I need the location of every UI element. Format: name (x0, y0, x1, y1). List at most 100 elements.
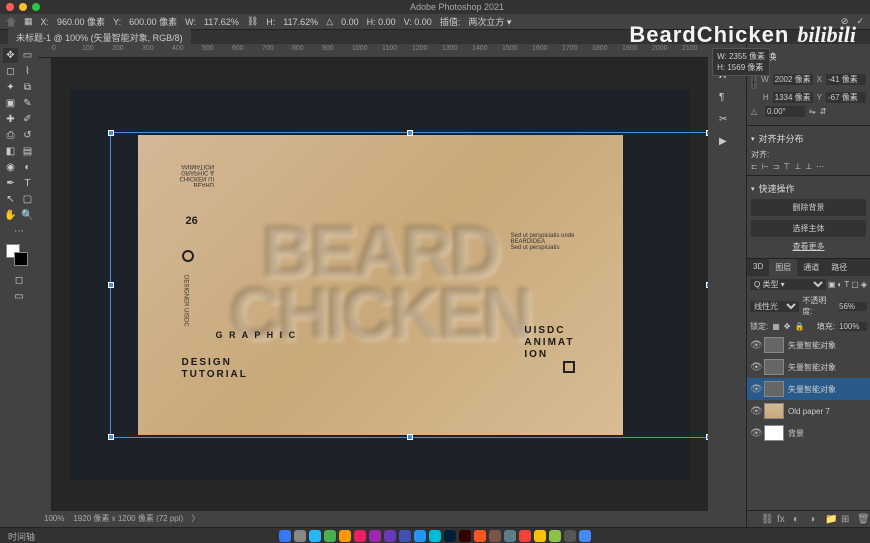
flip-v-icon[interactable]: ⇵ (820, 107, 827, 116)
flip-h-icon[interactable]: ⇋ (809, 107, 816, 116)
dock-app-icon[interactable] (579, 530, 591, 542)
dock-app-icon[interactable] (309, 530, 321, 542)
tab-paths[interactable]: 路径 (825, 259, 853, 276)
skew-v[interactable]: V: 0.00 (404, 17, 432, 27)
transform-handle[interactable] (706, 434, 708, 440)
h-value[interactable]: 117.62% (283, 17, 318, 27)
dock-app-icon[interactable] (504, 530, 516, 542)
dock-app-icon[interactable] (354, 530, 366, 542)
adjustment-layer-icon[interactable]: ◑ (809, 514, 819, 524)
swatches-panel-icon[interactable]: ✂ (719, 114, 735, 130)
lock-pixels-icon[interactable]: ▦ (772, 322, 780, 331)
align-left-icon[interactable]: ⊏ (751, 162, 758, 171)
layer-mask-icon[interactable]: ◐ (793, 514, 803, 524)
lock-position-icon[interactable]: ✥ (784, 322, 791, 331)
tab-channels[interactable]: 通道 (797, 259, 825, 276)
align-more-icon[interactable]: ⋯ (816, 162, 824, 171)
transform-w-input[interactable] (773, 74, 813, 85)
align-hcenter-icon[interactable]: ⊢ (762, 162, 769, 171)
blur-tool[interactable]: ◉ (3, 160, 18, 175)
history-brush-tool[interactable]: ↺ (20, 128, 35, 143)
document-tab[interactable]: 未标题-1 @ 100% (矢量智能对象, RGB/8) (8, 29, 191, 46)
paragraph-panel-icon[interactable]: ¶ (719, 92, 735, 108)
dock-app-icon[interactable] (534, 530, 546, 542)
zoom-level[interactable]: 100% (44, 514, 64, 523)
wand-tool[interactable]: ✦ (3, 80, 18, 95)
transform-handle[interactable] (706, 130, 708, 136)
zoom-tool[interactable]: 🔍 (20, 208, 35, 223)
layer-filter-select[interactable]: Q 类型 ▾ (750, 279, 826, 290)
crop-tool[interactable]: ⧉ (20, 80, 35, 95)
skew-h[interactable]: H: 0.00 (367, 17, 396, 27)
filter-so-icon[interactable]: ◈ (861, 280, 867, 289)
dock-app-icon[interactable] (369, 530, 381, 542)
link-layers-icon[interactable]: ⛓ (761, 514, 771, 524)
new-layer-icon[interactable]: ⊞ (841, 514, 851, 524)
transform-handle[interactable] (108, 130, 114, 136)
tab-3d[interactable]: 3D (747, 259, 769, 276)
dock-app-icon[interactable] (279, 530, 291, 542)
filter-shape-icon[interactable]: ▢ (851, 280, 859, 289)
more-link[interactable]: 查看更多 (751, 239, 866, 254)
color-swatches[interactable] (2, 244, 36, 266)
quickactions-header[interactable]: 快速操作 (751, 180, 866, 197)
fill-input[interactable] (839, 322, 867, 331)
select-subject-button[interactable]: 选择主体 (751, 220, 866, 237)
frame-tool[interactable]: ▣ (3, 96, 18, 111)
dock-app-icon[interactable] (414, 530, 426, 542)
align-vcenter-icon[interactable]: ⊥ (794, 162, 801, 171)
dodge-tool[interactable]: ◐ (20, 160, 35, 175)
type-tool[interactable]: T (20, 176, 35, 191)
visibility-icon[interactable]: 👁 (750, 428, 760, 438)
transform-h-input[interactable] (773, 92, 813, 103)
filter-adj-icon[interactable]: ◐ (838, 280, 843, 289)
marquee-tool[interactable]: ◻ (3, 64, 18, 79)
dock-app-icon[interactable] (489, 530, 501, 542)
layer-row[interactable]: 👁Old paper 7 (747, 400, 870, 422)
layer-row[interactable]: 👁矢量智能对象 (747, 356, 870, 378)
layer-row[interactable]: 👁矢量智能对象 (747, 334, 870, 356)
chevron-right-icon[interactable]: 〉 (191, 514, 199, 523)
document-canvas[interactable]: BEARD CHICKEN BEARDCHICKEN UIGRAPHIC &AN… (70, 90, 690, 480)
filter-type-icon[interactable]: T (844, 280, 849, 289)
visibility-icon[interactable]: 👁 (750, 340, 760, 350)
quickmask-icon[interactable]: ◻ (12, 273, 27, 288)
stamp-tool[interactable]: ⎙ (3, 128, 18, 143)
layer-row[interactable]: 👁背景 (747, 422, 870, 444)
transform-y-input[interactable] (826, 92, 866, 103)
eyedropper-tool[interactable]: ✎ (20, 96, 35, 111)
filter-img-icon[interactable]: ▣ (828, 280, 836, 289)
layer-fx-icon[interactable]: fx (777, 514, 787, 524)
transform-angle-input[interactable] (765, 106, 805, 117)
interp-value[interactable]: 两次立方 ▾ (468, 15, 511, 28)
remove-bg-button[interactable]: 删除背景 (751, 199, 866, 216)
dock-app-icon[interactable] (339, 530, 351, 542)
artboard-tool[interactable]: ▭ (20, 48, 35, 63)
dock-app-icon[interactable] (324, 530, 336, 542)
visibility-icon[interactable]: 👁 (750, 384, 760, 394)
dock-app-icon[interactable] (549, 530, 561, 542)
blend-mode-select[interactable]: 线性光 (750, 301, 799, 312)
move-tool[interactable]: ✥ (3, 48, 18, 63)
align-right-icon[interactable]: ⊐ (773, 162, 780, 171)
minimize-icon[interactable] (19, 3, 27, 11)
align-bottom-icon[interactable]: ⊥ (805, 162, 812, 171)
trash-icon[interactable]: 🗑 (857, 514, 867, 524)
transform-handle[interactable] (706, 282, 708, 288)
align-header[interactable]: 对齐并分布 (751, 130, 866, 147)
gradient-tool[interactable]: ▤ (20, 144, 35, 159)
close-icon[interactable] (6, 3, 14, 11)
shape-tool[interactable]: ▢ (20, 192, 35, 207)
dock-app-icon[interactable] (519, 530, 531, 542)
dock-app-icon[interactable] (399, 530, 411, 542)
transform-handle[interactable] (108, 282, 114, 288)
lock-all-icon[interactable]: 🔒 (795, 322, 805, 331)
path-select-tool[interactable]: ↖ (3, 192, 18, 207)
dock-ps-icon[interactable] (444, 530, 456, 542)
commit-transform-icon[interactable]: ✓ (856, 16, 864, 27)
lasso-tool[interactable]: ⌇ (20, 64, 35, 79)
edit-toolbar-icon[interactable]: ⋯ (12, 224, 27, 239)
dock-ai-icon[interactable] (459, 530, 471, 542)
align-top-icon[interactable]: ⊤ (783, 162, 790, 171)
background-swatch[interactable] (14, 252, 28, 266)
